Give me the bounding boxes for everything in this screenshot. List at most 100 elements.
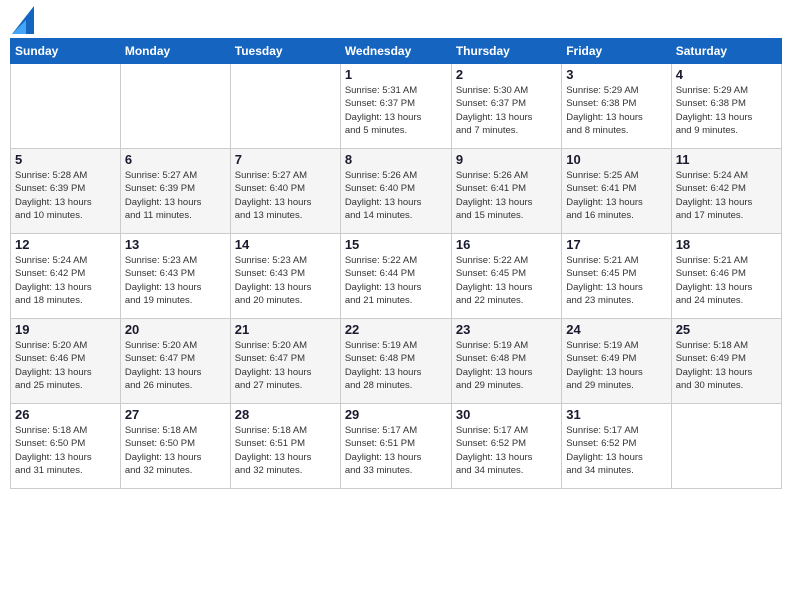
day-number: 29: [345, 407, 447, 422]
calendar-day-cell: 3Sunrise: 5:29 AM Sunset: 6:38 PM Daylig…: [562, 64, 671, 149]
day-number: 19: [15, 322, 116, 337]
day-of-week-header: Friday: [562, 39, 671, 64]
day-info: Sunrise: 5:18 AM Sunset: 6:49 PM Dayligh…: [676, 339, 777, 392]
day-info: Sunrise: 5:20 AM Sunset: 6:46 PM Dayligh…: [15, 339, 116, 392]
calendar-day-cell: 30 Sunrise: 5:17 AM Sunset: 6:52 PM Dayli…: [451, 404, 561, 489]
day-info: Sunrise: 5:26 AM Sunset: 6:40 PM Dayligh…: [345, 169, 447, 222]
day-info: Sunrise: 5:20 AM Sunset: 6:47 PM Dayligh…: [235, 339, 336, 392]
calendar-week-row: 19 Sunrise: 5:20 AM Sunset: 6:46 PM Dayli…: [11, 319, 782, 404]
day-number: 24: [566, 322, 666, 337]
day-info: Sunrise: 5:29 AM Sunset: 6:38 PM Dayligh…: [676, 84, 777, 137]
calendar-day-cell: 1 Sunrise: 5:31 AM Sunset: 6:37 PM Daylig…: [340, 64, 451, 149]
calendar-day-cell: [120, 64, 230, 149]
day-number: 28: [235, 407, 336, 422]
day-info: Sunrise: 5:28 AM Sunset: 6:39 PM Dayligh…: [15, 169, 116, 222]
calendar-day-cell: 19 Sunrise: 5:20 AM Sunset: 6:46 PM Dayli…: [11, 319, 121, 404]
calendar-day-cell: 6Sunrise: 5:27 AM Sunset: 6:39 PM Daylig…: [120, 149, 230, 234]
day-number: 13: [125, 237, 226, 252]
day-info: Sunrise: 5:19 AM Sunset: 6:48 PM Dayligh…: [345, 339, 447, 392]
calendar-header-row: SundayMondayTuesdayWednesdayThursdayFrid…: [11, 39, 782, 64]
calendar-day-cell: 24 Sunrise: 5:19 AM Sunset: 6:49 PM Dayli…: [562, 319, 671, 404]
calendar-week-row: 12 Sunrise: 5:24 AM Sunset: 6:42 PM Dayli…: [11, 234, 782, 319]
day-info: Sunrise: 5:26 AM Sunset: 6:41 PM Dayligh…: [456, 169, 557, 222]
calendar-week-row: 5 Sunrise: 5:28 AM Sunset: 6:39 PM Daylig…: [11, 149, 782, 234]
day-info: Sunrise: 5:30 AM Sunset: 6:37 PM Dayligh…: [456, 84, 557, 137]
day-info: Sunrise: 5:18 AM Sunset: 6:50 PM Dayligh…: [15, 424, 116, 477]
day-number: 2: [456, 67, 557, 82]
calendar-day-cell: [671, 404, 781, 489]
day-info: Sunrise: 5:21 AM Sunset: 6:46 PM Dayligh…: [676, 254, 777, 307]
calendar-day-cell: 7 Sunrise: 5:27 AM Sunset: 6:40 PM Daylig…: [230, 149, 340, 234]
calendar-day-cell: 18 Sunrise: 5:21 AM Sunset: 6:46 PM Dayli…: [671, 234, 781, 319]
calendar-day-cell: 31 Sunrise: 5:17 AM Sunset: 6:52 PM Dayli…: [562, 404, 671, 489]
day-info: Sunrise: 5:17 AM Sunset: 6:52 PM Dayligh…: [566, 424, 666, 477]
day-info: Sunrise: 5:27 AM Sunset: 6:40 PM Dayligh…: [235, 169, 336, 222]
day-info: Sunrise: 5:19 AM Sunset: 6:49 PM Dayligh…: [566, 339, 666, 392]
day-info: Sunrise: 5:27 AM Sunset: 6:39 PM Dayligh…: [125, 169, 226, 222]
page-header: [10, 10, 782, 32]
day-number: 7: [235, 152, 336, 167]
calendar-day-cell: 4 Sunrise: 5:29 AM Sunset: 6:38 PM Daylig…: [671, 64, 781, 149]
day-info: Sunrise: 5:29 AM Sunset: 6:38 PM Dayligh…: [566, 84, 666, 137]
logo: [10, 10, 34, 32]
day-info: Sunrise: 5:21 AM Sunset: 6:45 PM Dayligh…: [566, 254, 666, 307]
calendar-day-cell: 16 Sunrise: 5:22 AM Sunset: 6:45 PM Dayli…: [451, 234, 561, 319]
day-number: 30: [456, 407, 557, 422]
day-of-week-header: Wednesday: [340, 39, 451, 64]
day-info: Sunrise: 5:25 AM Sunset: 6:41 PM Dayligh…: [566, 169, 666, 222]
day-number: 22: [345, 322, 447, 337]
day-info: Sunrise: 5:23 AM Sunset: 6:43 PM Dayligh…: [235, 254, 336, 307]
day-info: Sunrise: 5:18 AM Sunset: 6:50 PM Dayligh…: [125, 424, 226, 477]
day-number: 8: [345, 152, 447, 167]
calendar-day-cell: 2 Sunrise: 5:30 AM Sunset: 6:37 PM Daylig…: [451, 64, 561, 149]
calendar-day-cell: [11, 64, 121, 149]
day-number: 14: [235, 237, 336, 252]
calendar-day-cell: 17 Sunrise: 5:21 AM Sunset: 6:45 PM Dayli…: [562, 234, 671, 319]
day-number: 15: [345, 237, 447, 252]
calendar-day-cell: 9 Sunrise: 5:26 AM Sunset: 6:41 PM Daylig…: [451, 149, 561, 234]
calendar-day-cell: 11Sunrise: 5:24 AM Sunset: 6:42 PM Dayli…: [671, 149, 781, 234]
calendar-day-cell: 28Sunrise: 5:18 AM Sunset: 6:51 PM Dayli…: [230, 404, 340, 489]
calendar-day-cell: 12 Sunrise: 5:24 AM Sunset: 6:42 PM Dayli…: [11, 234, 121, 319]
calendar-day-cell: 5 Sunrise: 5:28 AM Sunset: 6:39 PM Daylig…: [11, 149, 121, 234]
day-info: Sunrise: 5:19 AM Sunset: 6:48 PM Dayligh…: [456, 339, 557, 392]
calendar-day-cell: 10Sunrise: 5:25 AM Sunset: 6:41 PM Dayli…: [562, 149, 671, 234]
day-number: 1: [345, 67, 447, 82]
day-number: 31: [566, 407, 666, 422]
day-number: 5: [15, 152, 116, 167]
calendar-week-row: 1 Sunrise: 5:31 AM Sunset: 6:37 PM Daylig…: [11, 64, 782, 149]
calendar-table: SundayMondayTuesdayWednesdayThursdayFrid…: [10, 38, 782, 489]
day-number: 18: [676, 237, 777, 252]
calendar-day-cell: 29 Sunrise: 5:17 AM Sunset: 6:51 PM Dayli…: [340, 404, 451, 489]
calendar-day-cell: 27 Sunrise: 5:18 AM Sunset: 6:50 PM Dayli…: [120, 404, 230, 489]
day-of-week-header: Tuesday: [230, 39, 340, 64]
day-number: 23: [456, 322, 557, 337]
day-number: 17: [566, 237, 666, 252]
day-info: Sunrise: 5:20 AM Sunset: 6:47 PM Dayligh…: [125, 339, 226, 392]
day-number: 4: [676, 67, 777, 82]
calendar-week-row: 26Sunrise: 5:18 AM Sunset: 6:50 PM Dayli…: [11, 404, 782, 489]
calendar-day-cell: [230, 64, 340, 149]
day-info: Sunrise: 5:22 AM Sunset: 6:45 PM Dayligh…: [456, 254, 557, 307]
calendar-day-cell: 8 Sunrise: 5:26 AM Sunset: 6:40 PM Daylig…: [340, 149, 451, 234]
day-number: 25: [676, 322, 777, 337]
day-of-week-header: Monday: [120, 39, 230, 64]
day-number: 9: [456, 152, 557, 167]
logo-bird-icon: [12, 6, 34, 34]
day-info: Sunrise: 5:17 AM Sunset: 6:51 PM Dayligh…: [345, 424, 447, 477]
day-info: Sunrise: 5:31 AM Sunset: 6:37 PM Dayligh…: [345, 84, 447, 137]
calendar-day-cell: 25 Sunrise: 5:18 AM Sunset: 6:49 PM Dayli…: [671, 319, 781, 404]
day-number: 16: [456, 237, 557, 252]
day-of-week-header: Thursday: [451, 39, 561, 64]
day-number: 12: [15, 237, 116, 252]
day-info: Sunrise: 5:23 AM Sunset: 6:43 PM Dayligh…: [125, 254, 226, 307]
day-number: 21: [235, 322, 336, 337]
day-info: Sunrise: 5:17 AM Sunset: 6:52 PM Dayligh…: [456, 424, 557, 477]
day-number: 27: [125, 407, 226, 422]
calendar-day-cell: 13 Sunrise: 5:23 AM Sunset: 6:43 PM Dayli…: [120, 234, 230, 319]
calendar-day-cell: 15Sunrise: 5:22 AM Sunset: 6:44 PM Dayli…: [340, 234, 451, 319]
day-number: 20: [125, 322, 226, 337]
day-info: Sunrise: 5:24 AM Sunset: 6:42 PM Dayligh…: [676, 169, 777, 222]
day-info: Sunrise: 5:24 AM Sunset: 6:42 PM Dayligh…: [15, 254, 116, 307]
day-of-week-header: Saturday: [671, 39, 781, 64]
